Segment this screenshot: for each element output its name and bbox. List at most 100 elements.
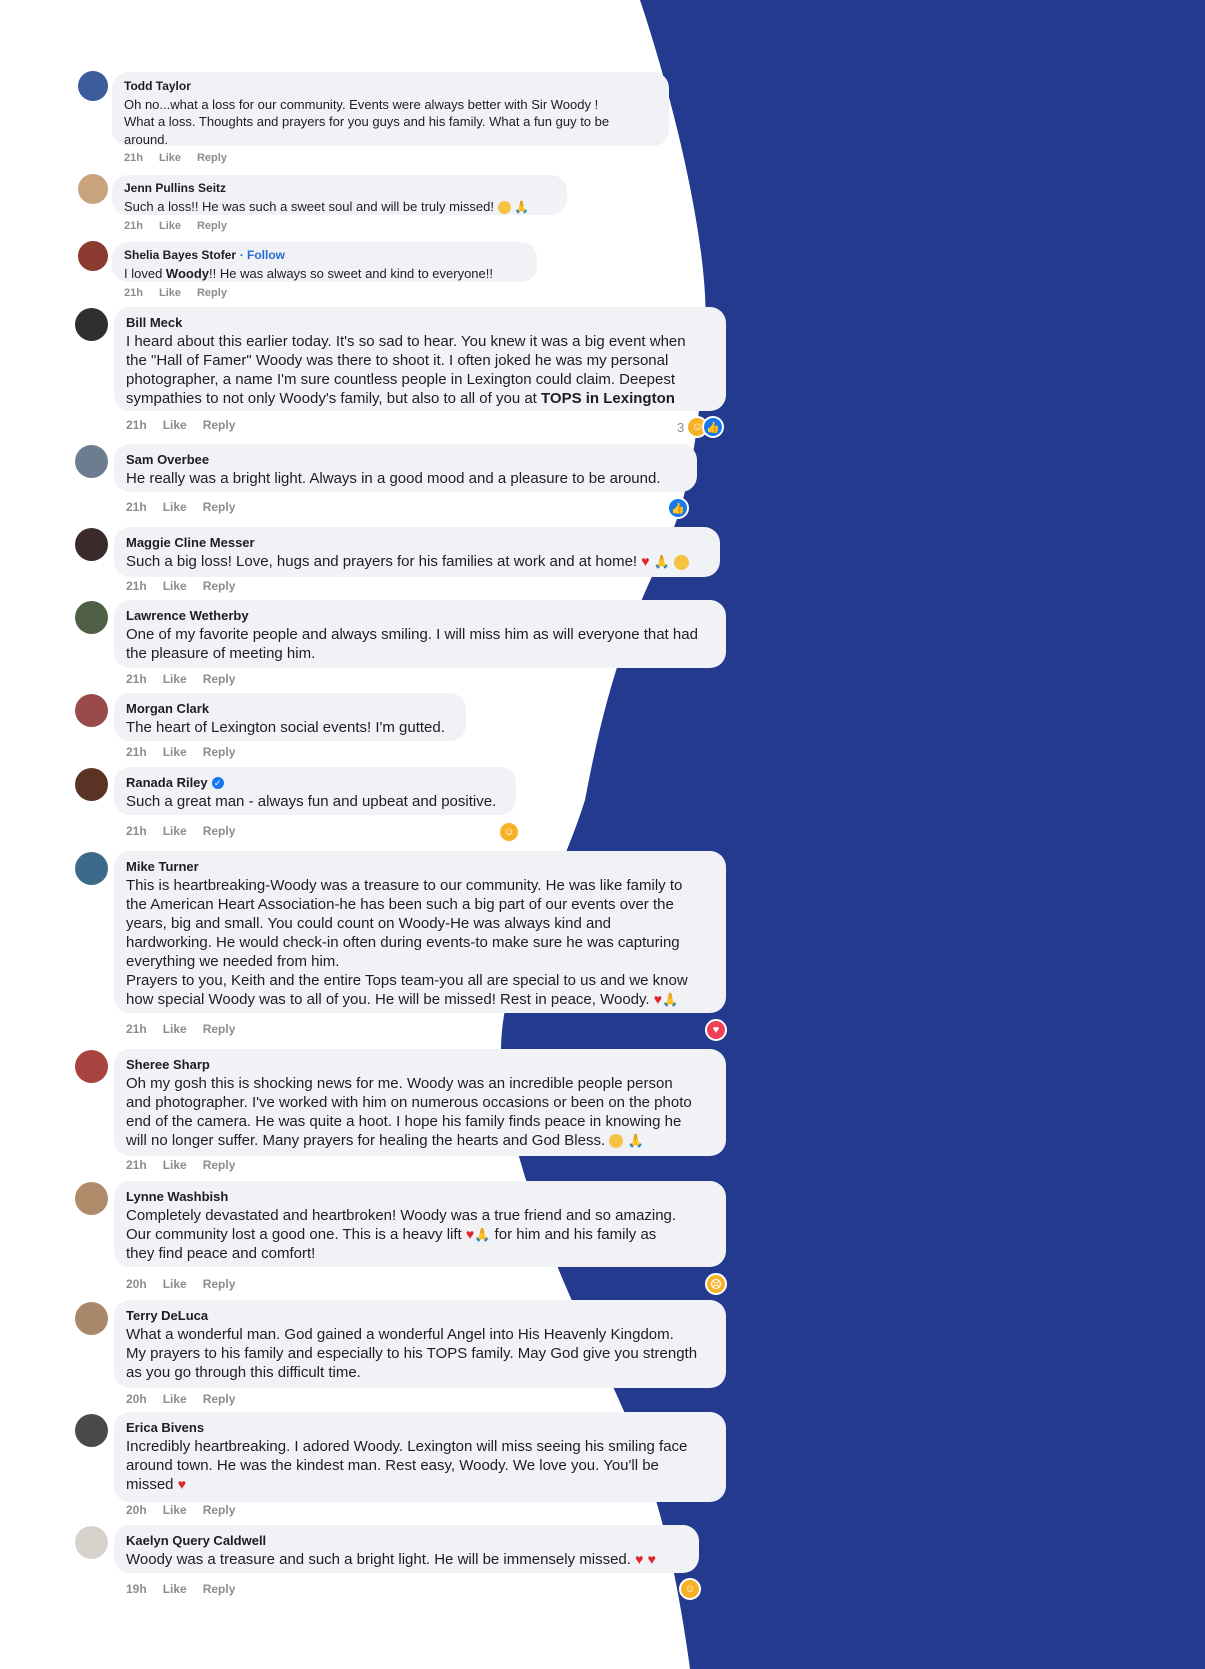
- reply-button[interactable]: Reply: [203, 1158, 236, 1172]
- reply-button[interactable]: Reply: [203, 824, 236, 838]
- reply-button[interactable]: Reply: [203, 1277, 236, 1291]
- like-button[interactable]: Like: [163, 824, 187, 838]
- comment-text: Such a loss!! He was such a sweet soul a…: [124, 198, 494, 214]
- follow-link[interactable]: · Follow: [240, 248, 285, 262]
- reply-button[interactable]: Reply: [203, 1503, 236, 1517]
- comment-author[interactable]: Sam Overbee: [126, 450, 209, 469]
- sad-emoji: ☹: [705, 1273, 727, 1295]
- reaction-summary[interactable]: ☺: [498, 821, 520, 843]
- comment-author[interactable]: Todd Taylor: [124, 78, 191, 96]
- avatar[interactable]: [75, 768, 108, 801]
- like-emoji: 👍: [702, 416, 725, 438]
- avatar[interactable]: [78, 241, 108, 271]
- comment-actions: 19h Like Reply: [126, 1582, 251, 1596]
- comment-actions: 21h Like Reply: [126, 824, 251, 838]
- comment-text: Such a great man - always fun and upbeat…: [126, 793, 497, 810]
- like-emoji: 👍: [667, 497, 689, 519]
- comment-author[interactable]: Morgan Clark: [126, 699, 209, 718]
- reaction-summary[interactable]: ☺: [679, 1578, 701, 1600]
- reply-button[interactable]: Reply: [203, 1392, 236, 1406]
- heart-on-fire-emoji: ♥: [647, 1551, 656, 1567]
- reply-button[interactable]: Reply: [203, 1022, 236, 1036]
- comment-author[interactable]: Jenn Pullins Seitz: [124, 180, 226, 198]
- avatar[interactable]: [75, 1302, 108, 1335]
- comment-author[interactable]: Mike Turner: [126, 857, 199, 876]
- like-button[interactable]: Like: [163, 1022, 187, 1036]
- comment-time: 21h: [126, 745, 147, 759]
- comment-author[interactable]: Erica Bivens: [126, 1418, 204, 1437]
- comment-author[interactable]: Ranada Riley: [126, 773, 208, 792]
- avatar[interactable]: [75, 528, 108, 561]
- comment-author[interactable]: Terry DeLuca: [126, 1306, 208, 1325]
- comment-time: 21h: [126, 824, 147, 838]
- comment-author[interactable]: Shelia Bayes Stofer: [124, 247, 236, 265]
- like-button[interactable]: Like: [163, 500, 187, 514]
- reply-button[interactable]: Reply: [203, 745, 236, 759]
- reaction-summary[interactable]: 👍: [667, 497, 689, 519]
- comment-text-suffix: !! He was always so sweet and kind to ev…: [209, 265, 493, 281]
- like-button[interactable]: Like: [159, 287, 181, 299]
- avatar[interactable]: [75, 1050, 108, 1083]
- praying-hands-emoji: 🙏: [662, 992, 679, 1007]
- like-button[interactable]: Like: [163, 1277, 187, 1291]
- tagged-page[interactable]: TOPS in Lexington: [541, 390, 675, 407]
- reaction-count: 3: [677, 419, 685, 435]
- reply-button[interactable]: Reply: [203, 579, 236, 593]
- reply-button[interactable]: Reply: [197, 152, 227, 164]
- comment-actions: 21h Like Reply: [126, 579, 251, 593]
- avatar[interactable]: [75, 445, 108, 478]
- reaction-summary[interactable]: ♥: [705, 1019, 727, 1041]
- like-button[interactable]: Like: [163, 745, 187, 759]
- like-button[interactable]: Like: [163, 579, 187, 593]
- comment-author[interactable]: Maggie Cline Messer: [126, 533, 255, 552]
- comment-actions: 20h Like Reply: [126, 1277, 251, 1291]
- comment-time: 20h: [126, 1392, 147, 1406]
- comment-time: 20h: [126, 1503, 147, 1517]
- avatar[interactable]: [75, 1526, 108, 1559]
- comment-bubble: Erica Bivens Incredibly heartbreaking. I…: [114, 1412, 726, 1502]
- avatar[interactable]: [78, 71, 108, 101]
- comment-bubble: Maggie Cline Messer Such a big loss! Lov…: [114, 527, 720, 577]
- like-button[interactable]: Like: [163, 1503, 187, 1517]
- comment-text: I heard about this earlier today. It's s…: [126, 332, 714, 408]
- comment-author[interactable]: Sheree Sharp: [126, 1055, 210, 1074]
- avatar[interactable]: [75, 601, 108, 634]
- comment-time: 21h: [126, 1022, 147, 1036]
- reply-button[interactable]: Reply: [203, 672, 236, 686]
- comment-text-row: Woody was a treasure and such a bright l…: [126, 1550, 687, 1569]
- reply-button[interactable]: Reply: [197, 287, 227, 299]
- comment-author[interactable]: Bill Meck: [126, 313, 182, 332]
- comment-author[interactable]: Lynne Washbish: [126, 1187, 228, 1206]
- like-button[interactable]: Like: [163, 672, 187, 686]
- reply-button[interactable]: Reply: [203, 1582, 236, 1596]
- avatar[interactable]: [75, 852, 108, 885]
- like-button[interactable]: Like: [163, 1582, 187, 1596]
- like-button[interactable]: Like: [159, 220, 181, 232]
- avatar[interactable]: [75, 1182, 108, 1215]
- avatar[interactable]: [75, 308, 108, 341]
- reply-button[interactable]: Reply: [203, 500, 236, 514]
- comment-bubble: Ranada Riley ✓ Such a great man - always …: [114, 767, 516, 815]
- reply-button[interactable]: Reply: [197, 220, 227, 232]
- comment-author[interactable]: Kaelyn Query Caldwell: [126, 1531, 266, 1550]
- avatar[interactable]: [78, 174, 108, 204]
- avatar[interactable]: [75, 1414, 108, 1447]
- comment-text-prefix: I loved: [124, 265, 166, 281]
- reply-button[interactable]: Reply: [203, 418, 236, 432]
- like-button[interactable]: Like: [159, 152, 181, 164]
- comment-time: 19h: [126, 1582, 147, 1596]
- like-button[interactable]: Like: [163, 1392, 187, 1406]
- reaction-summary[interactable]: ☹: [705, 1273, 727, 1295]
- comment-time: 20h: [126, 1277, 147, 1291]
- comment-time: 21h: [124, 152, 143, 164]
- tagged-name[interactable]: Woody: [166, 266, 209, 281]
- broken-heart-emoji: ♥: [653, 991, 663, 1007]
- like-button[interactable]: Like: [163, 1158, 187, 1172]
- avatar[interactable]: [75, 694, 108, 727]
- comment-author[interactable]: Lawrence Wetherby: [126, 606, 249, 625]
- comment-text-row: Such a loss!! He was such a sweet soul a…: [124, 198, 555, 217]
- comment-time: 21h: [126, 579, 147, 593]
- reaction-summary[interactable]: 3 ☺ 👍: [677, 416, 725, 438]
- like-button[interactable]: Like: [163, 418, 187, 432]
- comment-bubble: Lawrence Wetherby One of my favorite peo…: [114, 600, 726, 668]
